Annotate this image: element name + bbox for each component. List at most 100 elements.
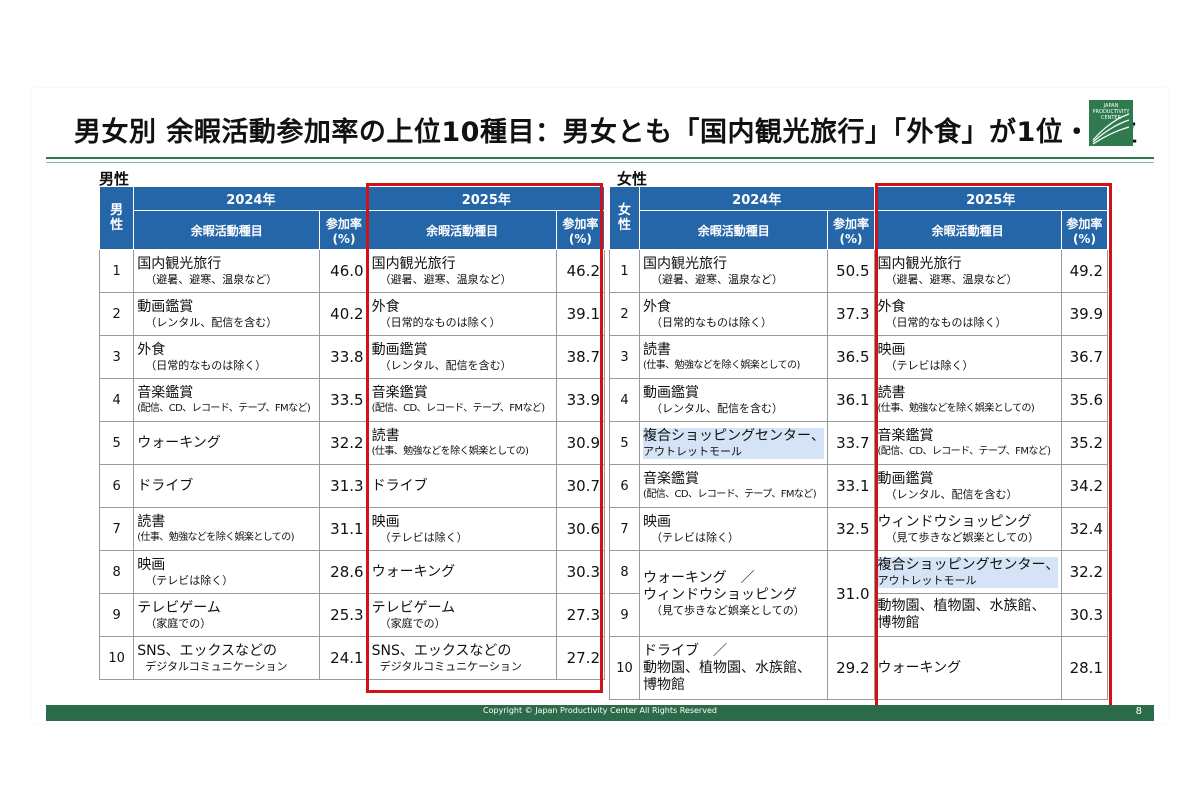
rank-cell: 4 — [608, 378, 641, 422]
activity-name: 映画 — [643, 513, 672, 530]
activity-name: ドライブ ／ — [643, 642, 728, 659]
rate-cell: 32.5 — [827, 507, 875, 551]
rate-cell: 31.3 — [319, 464, 369, 508]
merged-activity-cell: ウォーキング ／ウィンドウショッピング （見て歩きなど娯楽としての） — [639, 550, 829, 637]
logo-text: JAPAN PRODUCTIVITY CENTER — [1092, 103, 1130, 121]
activity-cell: 映画 （テレビは除く） — [133, 550, 321, 594]
rank-cell: 8 — [98, 550, 135, 594]
activity-name: ウィンドウショッピング — [643, 586, 798, 603]
rank-cell: 9 — [98, 593, 135, 637]
slide: 男女別 余暇活動参加率の上位10種目：男女とも「国内観光旅行」「外食」が1位・2… — [32, 88, 1168, 724]
activity-cell: 国内観光旅行 （避暑、避寒、温泉など） — [639, 249, 829, 293]
activity-note: （避暑、避寒、温泉など） — [145, 272, 278, 286]
rate-cell: 33.1 — [827, 464, 875, 508]
activity-name: 外食 — [137, 341, 166, 358]
activity-name: 映画 — [137, 556, 166, 573]
activity-name: 複合ショッピングセンター、 — [643, 427, 825, 445]
slide-title: 男女別 余暇活動参加率の上位10種目：男女とも「国内観光旅行」「外食」が1位・2… — [74, 117, 1138, 148]
activity-note: （家庭での） — [145, 616, 212, 630]
rate-cell: 33.5 — [319, 378, 369, 422]
title-rule — [46, 157, 1154, 159]
rate-cell: 36.1 — [827, 378, 875, 422]
rate-cell: 50.5 — [827, 249, 875, 293]
activity-note: (配信、CD、レコード、テープ、FMなど) — [643, 488, 817, 500]
year-header-2024: 2024年 — [639, 186, 875, 211]
activity-name: テレビゲーム — [137, 599, 221, 616]
rate-cell: 28.6 — [319, 550, 369, 594]
rate-cell: 46.0 — [319, 249, 369, 293]
activity-cell: 音楽鑑賞 (配信、CD、レコード、テープ、FMなど) — [639, 464, 829, 508]
copyright-text: Copyright © Japan Productivity Center Al… — [483, 706, 717, 715]
activity-cell: 外食 （日常的なものは除く） — [133, 335, 321, 379]
rank-cell: 4 — [98, 378, 135, 422]
female-2025-highlight-box — [875, 183, 1112, 713]
rate-cell: 31.0 — [827, 550, 875, 637]
activity-note: (仕事、勉強などを除く娯楽としての) — [643, 359, 800, 371]
rank-cell: 6 — [98, 464, 135, 508]
rate-cell: 37.3 — [827, 292, 875, 336]
rank-cell: 10 — [98, 636, 135, 680]
activity-cell: 動画鑑賞 （レンタル、配信を含む） — [639, 378, 829, 422]
rank-cell: 8 — [608, 550, 641, 594]
activity-name: 動画鑑賞 — [643, 384, 700, 401]
activity-name: ドライブ — [137, 477, 194, 494]
rate-cell: 25.3 — [319, 593, 369, 637]
activity-column-header: 余暇活動種目 — [639, 210, 829, 250]
rate-cell: 29.2 — [827, 636, 875, 700]
rate-cell: 32.2 — [319, 421, 369, 465]
activity-note: （日常的なものは除く） — [145, 358, 267, 372]
rate-column-header: 参加率(%) — [319, 210, 369, 250]
activity-name: ウォーキング ／ — [643, 569, 755, 586]
activity-cell: ドライブ ／動物園、植物園、水族館、博物館 — [639, 636, 829, 700]
activity-name: 国内観光旅行 — [643, 255, 728, 272]
activity-cell: ウォーキング — [133, 421, 321, 465]
activity-name: 外食 — [643, 298, 672, 315]
activity-note: （テレビは除く） — [651, 530, 740, 544]
activity-name: 読書 — [643, 341, 672, 358]
jpc-logo-icon: JAPAN PRODUCTIVITY CENTER — [1089, 100, 1133, 146]
footer-bar: Copyright © Japan Productivity Center Al… — [46, 705, 1154, 721]
activity-name: ウォーキング — [137, 434, 221, 451]
activity-name: 動画鑑賞 — [137, 298, 194, 315]
activity-cell: 映画 （テレビは除く） — [639, 507, 829, 551]
activity-note: （レンタル、配信を含む） — [651, 401, 784, 415]
rank-cell: 7 — [98, 507, 135, 551]
activity-cell: 外食 （日常的なものは除く） — [639, 292, 829, 336]
rank-cell: 3 — [98, 335, 135, 379]
page-number: 8 — [1135, 706, 1142, 717]
rate-cell: 31.1 — [319, 507, 369, 551]
rank-cell: 2 — [608, 292, 641, 336]
activity-cell: テレビゲーム （家庭での） — [133, 593, 321, 637]
activity-name: 国内観光旅行 — [137, 255, 222, 272]
rate-column-header: 参加率(%) — [827, 210, 875, 250]
activity-note: （テレビは除く） — [145, 573, 234, 587]
gender-header-text: 女性 — [618, 203, 632, 233]
gender-header-text: 男性 — [110, 203, 124, 233]
activity-cell: SNS、エックスなどの デジタルコミュニケーション — [133, 636, 321, 680]
rank-cell: 10 — [608, 636, 641, 700]
rate-cell: 24.1 — [319, 636, 369, 680]
rank-cell: 3 — [608, 335, 641, 379]
activity-note: (仕事、勉強などを除く娯楽としての) — [137, 531, 294, 543]
rank-cell: 7 — [608, 507, 641, 551]
rank-cell: 2 — [98, 292, 135, 336]
activity-note: （避暑、避寒、温泉など） — [651, 272, 784, 286]
activity-cell: 読書 (仕事、勉強などを除く娯楽としての) — [133, 507, 321, 551]
rate-cell: 33.8 — [319, 335, 369, 379]
rank-cell: 9 — [608, 593, 641, 637]
activity-name: SNS、エックスなどの — [137, 642, 278, 659]
activity-column-header: 余暇活動種目 — [133, 210, 321, 250]
male-2025-highlight-box — [366, 183, 603, 693]
activity-cell: 複合ショッピングセンター、 アウトレットモール — [639, 421, 829, 465]
rate-cell: 33.7 — [827, 421, 875, 465]
year-header-2024: 2024年 — [133, 186, 369, 211]
rank-cell: 6 — [608, 464, 641, 508]
activity-cell: 音楽鑑賞 (配信、CD、レコード、テープ、FMなど) — [133, 378, 321, 422]
rank-cell: 5 — [608, 421, 641, 465]
activity-cell: ドライブ — [133, 464, 321, 508]
rank-cell: 1 — [98, 249, 135, 293]
activity-note: デジタルコミュニケーション — [145, 659, 288, 673]
activity-note: （日常的なものは除く） — [651, 315, 773, 329]
rate-cell: 36.5 — [827, 335, 875, 379]
activity-note: （レンタル、配信を含む） — [145, 315, 278, 329]
